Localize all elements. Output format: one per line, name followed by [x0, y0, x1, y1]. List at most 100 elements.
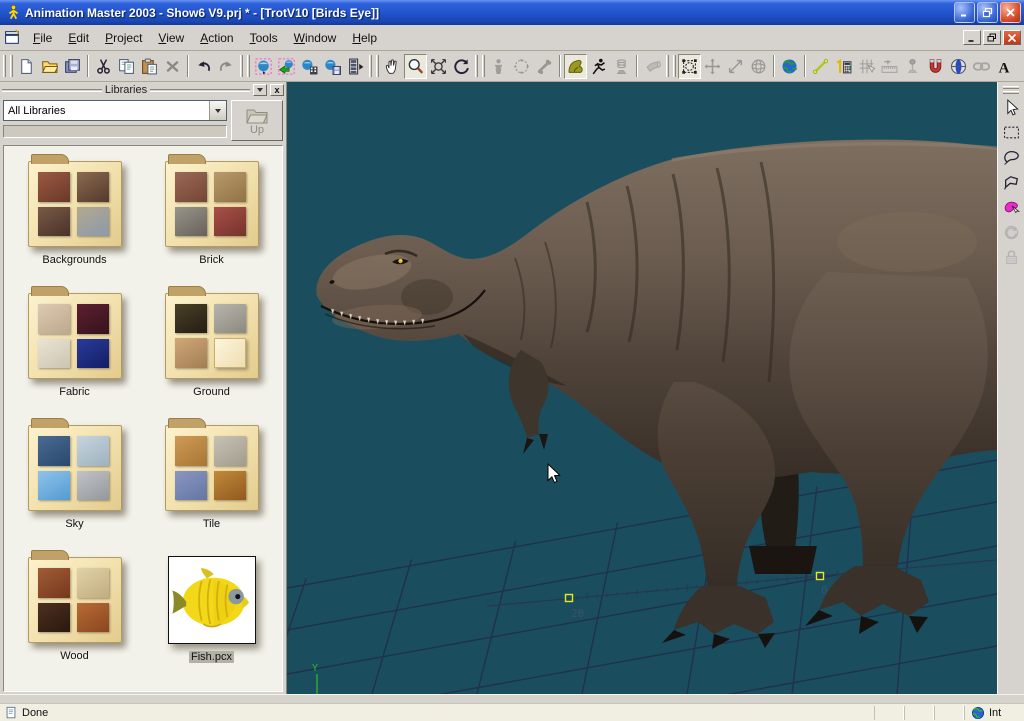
add-bone-button[interactable]	[809, 54, 832, 79]
folder-icon[interactable]	[28, 161, 122, 247]
libraries-panel-header[interactable]: Libraries x	[0, 82, 286, 97]
library-item-fabric[interactable]: Fabric	[6, 283, 143, 412]
folder-icon[interactable]	[28, 557, 122, 643]
patch-select-button[interactable]	[1000, 196, 1023, 219]
save-all-button[interactable]	[61, 54, 84, 79]
pointer-arrow-button[interactable]	[1000, 96, 1023, 119]
restore-button[interactable]	[977, 2, 998, 23]
menu-item-project[interactable]: Project	[97, 28, 150, 48]
pan-hand-button[interactable]	[381, 54, 404, 79]
library-thumbnail	[38, 304, 70, 334]
folder-icon[interactable]	[165, 425, 259, 511]
viewport-birds-eye[interactable]: 20 0	[287, 82, 997, 694]
trex-model[interactable]	[316, 140, 997, 649]
menu-item-help[interactable]: Help	[344, 28, 385, 48]
library-item-ground[interactable]: Ground	[143, 283, 280, 412]
muscle-arm-button[interactable]	[564, 54, 587, 79]
model-sphere-button	[510, 54, 533, 79]
toolbar-grip[interactable]	[3, 55, 6, 77]
panel-close-button[interactable]: x	[270, 84, 284, 96]
menu-item-action[interactable]: Action	[192, 28, 241, 48]
library-item-wood[interactable]: Wood	[6, 547, 143, 676]
mouse-cursor	[548, 464, 560, 483]
combo-dropdown-button[interactable]	[209, 101, 226, 120]
folder-icon[interactable]	[28, 425, 122, 511]
menu-item-tools[interactable]: Tools	[242, 28, 286, 48]
bound-box-button[interactable]	[678, 54, 701, 79]
library-item-label: Backgrounds	[40, 254, 108, 266]
toolbar-grip[interactable]	[673, 55, 676, 77]
paste-clipboard-button[interactable]	[138, 54, 161, 79]
toolbar-grip[interactable]	[482, 55, 485, 77]
toolbar-grip[interactable]	[1003, 86, 1019, 89]
menu-item-window[interactable]: Window	[286, 28, 345, 48]
library-filter-combobox[interactable]: All Libraries	[3, 100, 227, 121]
folder-icon[interactable]	[165, 161, 259, 247]
toolbar-grip[interactable]	[1003, 91, 1019, 94]
open-folder-button[interactable]	[38, 54, 61, 79]
toolbar-grip[interactable]	[10, 55, 13, 77]
toolbar-grip[interactable]	[475, 55, 478, 77]
library-item-label: Sky	[63, 518, 85, 530]
toolbar-grip[interactable]	[376, 55, 379, 77]
library-thumbnail	[77, 172, 109, 202]
skeletal-run-button[interactable]	[587, 54, 610, 79]
image-thumbnail[interactable]	[168, 556, 256, 644]
zoom-fit-button[interactable]	[427, 54, 450, 79]
child-restore-button[interactable]	[983, 30, 1001, 45]
play-filmstrip-button[interactable]	[344, 54, 367, 79]
library-item-sky[interactable]: Sky	[6, 415, 143, 544]
render-lock-button[interactable]	[275, 54, 298, 79]
render-mode-button[interactable]	[252, 54, 275, 79]
library-item-label: Ground	[191, 386, 232, 398]
font-letter-a-button[interactable]: A	[993, 54, 1016, 79]
key-numeric-button[interactable]	[832, 54, 855, 79]
new-document-button[interactable]	[15, 54, 38, 79]
library-item-label: Brick	[197, 254, 225, 266]
menu-item-view[interactable]: View	[150, 28, 192, 48]
toolbar-separator	[559, 55, 561, 77]
cut-scissors-button[interactable]	[92, 54, 115, 79]
toolbar-grip[interactable]	[666, 55, 669, 77]
up-folder-button[interactable]: Up	[231, 100, 283, 141]
library-thumbnail	[175, 338, 207, 369]
rotate-manipulator-button[interactable]	[947, 54, 970, 79]
turn-view-button[interactable]	[450, 54, 473, 79]
menu-item-file[interactable]: File	[25, 28, 60, 48]
render-to-file-button[interactable]	[321, 54, 344, 79]
library-item-label: Tile	[201, 518, 222, 530]
world-earth-button[interactable]	[778, 54, 801, 79]
toolbar-separator	[773, 55, 775, 77]
libraries-panel: Libraries x All Libraries Up Backgrounds…	[0, 82, 287, 694]
library-item-tile[interactable]: Tile	[143, 415, 280, 544]
frame-label-far: 20	[571, 607, 584, 620]
library-item-brick[interactable]: Brick	[143, 151, 280, 280]
status-bar: Done Int	[0, 703, 1024, 721]
child-minimize-button[interactable]	[963, 30, 981, 45]
folder-icon[interactable]	[165, 293, 259, 379]
minimize-button[interactable]	[954, 2, 975, 23]
library-item-backgrounds[interactable]: Backgrounds	[6, 151, 143, 280]
zoom-magnifier-button[interactable]	[404, 54, 427, 79]
library-item-fish-pcx[interactable]: Fish.pcx	[143, 547, 280, 676]
magnet-mode-button[interactable]	[924, 54, 947, 79]
menu-bar: FileEditProjectViewActionToolsWindowHelp	[0, 25, 1024, 51]
lasso-select-button[interactable]	[1000, 146, 1023, 169]
grid-snap-button	[855, 54, 878, 79]
toolbar-grip[interactable]	[240, 55, 243, 77]
toolbar-grip[interactable]	[369, 55, 372, 77]
library-item-label: Fish.pcx	[189, 651, 234, 663]
copy-button[interactable]	[115, 54, 138, 79]
panel-collapse-button[interactable]	[253, 84, 267, 96]
undo-arrow-button[interactable]	[192, 54, 215, 79]
render-to-film-button[interactable]	[298, 54, 321, 79]
child-close-button[interactable]	[1003, 30, 1021, 45]
polygon-lasso-button[interactable]	[1000, 171, 1023, 194]
marquee-select-button[interactable]	[1000, 121, 1023, 144]
folder-icon[interactable]	[28, 293, 122, 379]
close-button[interactable]	[1000, 2, 1021, 23]
menu-item-edit[interactable]: Edit	[60, 28, 97, 48]
toolbar-grip[interactable]	[247, 55, 250, 77]
document-window-icon[interactable]	[4, 29, 21, 46]
library-thumbnail	[175, 471, 207, 501]
